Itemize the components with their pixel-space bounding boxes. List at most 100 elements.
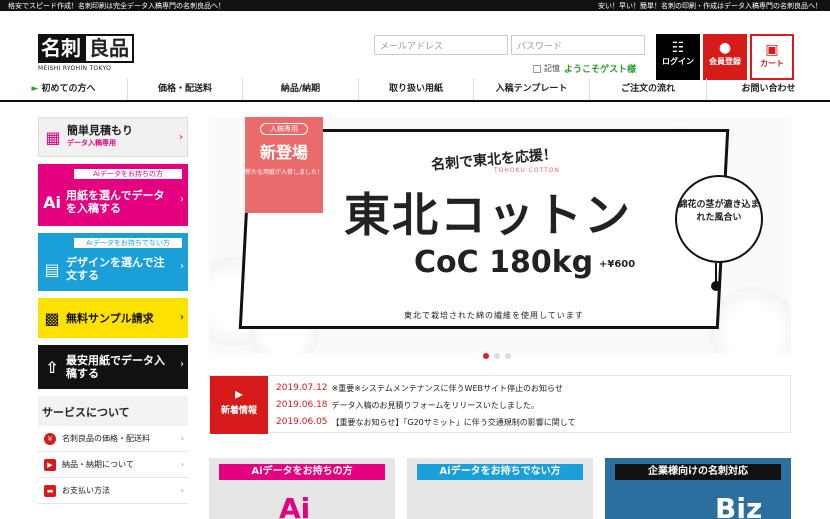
megaphone-icon: ▸ <box>234 384 244 403</box>
card-big-text: Biz <box>715 492 763 519</box>
chevron-right-icon: › <box>180 194 184 205</box>
top-announcement-bar: 格安でスピード作成！名刺印刷は完全データ入稿専門の名刺良品へ！ 安い！早い！簡単… <box>0 0 830 11</box>
pin-dot <box>711 281 721 291</box>
cotton-decoration <box>709 287 791 353</box>
site-logo[interactable]: 名刺 良品 MEISHI RYOHIN TOKYO <box>38 34 134 72</box>
card-ai-have[interactable]: Aiデータをお持ちの方 Ai <box>209 458 395 519</box>
guest-greeting: ようこそゲスト様 <box>564 65 637 75</box>
chevron-right-icon: › <box>180 460 184 469</box>
chevron-right-icon: › <box>180 312 184 323</box>
remember-checkbox[interactable]: 記憶 <box>533 63 560 74</box>
login-label: ログイン <box>662 57 694 66</box>
chevron-right-icon: › <box>179 132 183 143</box>
carousel-dot[interactable] <box>505 353 511 359</box>
truck-icon: ▶ <box>44 458 56 471</box>
nav-paper[interactable]: 取り扱い用紙 <box>358 78 473 100</box>
nav-contact[interactable]: お問い合わせ <box>706 78 830 100</box>
card-label: Aiデータをお持ちでない方 <box>417 464 583 480</box>
estimate-button[interactable]: ▦ 簡単見積もりデータ入稿専用 › <box>38 117 188 157</box>
upload-icon: ⇧ <box>45 357 59 377</box>
card-icon: ▬ <box>44 484 56 497</box>
sample-text: 無料サンプル請求 <box>66 311 154 325</box>
ai-have-text: 用紙を選んでデータを入稿する <box>66 189 165 215</box>
cheapest-text: 最安用紙でデータ入稿する <box>66 354 165 380</box>
service-item-payment[interactable]: ▬ お支払い方法 › <box>38 478 188 504</box>
services-heading: サービスについて <box>38 396 188 426</box>
ai-file-icon: Ai <box>43 192 61 212</box>
nav-delivery[interactable]: 納品/納期 <box>242 78 358 100</box>
logo-part2: 良品 <box>84 34 134 63</box>
topbar-right-text: 安い！早い！簡単！名刺の印刷・作成はデータ入稿専門の名刺良品へ！ <box>598 1 822 10</box>
chevron-right-icon: › <box>180 359 184 370</box>
feature-cards: Aiデータをお持ちの方 Ai Aiデータをお持ちでない方 企業様向けの名刺対応 … <box>209 458 791 519</box>
leaf-icon: ► <box>31 84 42 94</box>
nav-order-flow[interactable]: ご注文の流れ <box>589 78 706 100</box>
ai-none-text: デザインを選んで注文する <box>66 256 165 282</box>
news-item[interactable]: 2019.06.05 【重要なお知らせ】「G20サミット」に伴う交通規制の影響に… <box>276 417 576 428</box>
card-ai-none[interactable]: Aiデータをお持ちでない方 <box>407 458 593 519</box>
login-button[interactable]: ☷ ログイン <box>656 34 700 80</box>
nav-price[interactable]: 価格・配送料 <box>127 78 242 100</box>
ribbon-sub: 新たな用紙が入荷しました！ <box>245 169 324 176</box>
news-item[interactable]: 2019.06.18 データ入稿のお見積りフォームをリリースいたしました。 <box>276 400 539 411</box>
news-title: 新着情報 <box>220 406 257 416</box>
sample-icon: ▩ <box>44 308 60 328</box>
user-icon: ● <box>718 40 732 56</box>
chevron-right-icon: › <box>180 486 184 495</box>
banner-small-text: TOHOKU COTTON <box>494 167 561 174</box>
card-label: 企業様向けの名刺対応 <box>615 464 781 480</box>
checkbox-icon[interactable] <box>533 64 541 73</box>
email-field[interactable]: メールアドレス <box>374 35 508 55</box>
nav-template[interactable]: 入稿テンプレート <box>473 78 589 100</box>
member-label: 会員登録 <box>709 57 741 66</box>
logo-part1: 名刺 <box>38 34 84 63</box>
topbar-left-text: 格安でスピード作成！名刺印刷は完全データ入稿専門の名刺良品へ！ <box>8 1 225 10</box>
estimate-sub: データ入稿専用 <box>67 139 116 147</box>
banner-price: +¥600 <box>599 259 636 270</box>
remember-label: 記憶 <box>544 64 560 73</box>
banner-description: 東北で栽培された綿の繊維を使用しています <box>404 311 584 320</box>
cart-icon: ▣ <box>765 42 779 58</box>
service-item-price[interactable]: ¥ 名刺良品の価格・配送料 › <box>38 426 188 452</box>
service-item-delivery[interactable]: ▶ 納品・納期について › <box>38 452 188 478</box>
carousel-dot[interactable] <box>494 353 500 359</box>
yen-icon: ¥ <box>44 432 56 445</box>
chevron-right-icon: › <box>180 434 184 443</box>
free-sample-button[interactable]: ▩ 無料サンプル請求 › <box>38 298 188 338</box>
ai-have-tag: Aiデータをお持ちの方 <box>74 169 182 179</box>
site-header: 名刺 良品 MEISHI RYOHIN TOKYO メールアドレス パスワード … <box>0 11 830 80</box>
hero-banner[interactable]: 入稿専用 新登場 新たな用紙が入荷しました！ 名刺で東北を応援！ TOHOKU … <box>209 117 791 353</box>
card-label: Aiデータをお持ちの方 <box>219 464 385 480</box>
banner-feature-circle: 綿花の茎が漉き込まれた風合い <box>675 175 763 263</box>
sidebar: ▦ 簡単見積もりデータ入稿専用 › Aiデータをお持ちの方 Ai 用紙を選んでデ… <box>38 117 188 504</box>
password-field[interactable]: パスワード <box>511 35 645 55</box>
carousel-dots <box>483 353 511 359</box>
lock-icon: ☷ <box>671 40 685 56</box>
news-item[interactable]: 2019.07.12 ※重要※システムメンテナンスに伴うWEBサイト停止のお知ら… <box>276 383 563 394</box>
ai-upload-button[interactable]: Aiデータをお持ちの方 Ai 用紙を選んでデータを入稿する › <box>38 164 188 226</box>
cart-button[interactable]: ▣ カート <box>750 34 794 80</box>
banner-title: 東北コットン <box>344 188 632 242</box>
main-nav: ► 初めての方へ 価格・配送料 納品/納期 取り扱い用紙 入稿テンプレート ご注… <box>0 78 830 102</box>
ribbon-title: 新登場 <box>259 143 308 162</box>
nav-beginner[interactable]: ► 初めての方へ <box>0 78 127 100</box>
member-register-button[interactable]: ● 会員登録 <box>703 34 747 80</box>
ai-none-tag: Aiデータをお持ちでない方 <box>74 238 182 248</box>
design-order-button[interactable]: Aiデータをお持ちでない方 ▤ デザインを選んで注文する › <box>38 233 188 291</box>
calculator-icon: ▦ <box>45 127 61 147</box>
card-business[interactable]: 企業様向けの名刺対応 Biz <box>605 458 791 519</box>
carousel-dot-active[interactable] <box>483 353 489 359</box>
new-ribbon: 入稿専用 新登場 新たな用紙が入荷しました！ <box>245 117 323 213</box>
pin-line <box>715 263 717 283</box>
card-big-text: Ai <box>279 492 311 519</box>
cheapest-upload-button[interactable]: ⇧ 最安用紙でデータ入稿する › <box>38 345 188 389</box>
chevron-right-icon: › <box>180 261 184 272</box>
ribbon-tag: 入稿専用 <box>260 123 308 135</box>
cart-label: カート <box>760 59 784 68</box>
news-section: ▸ 新着情報 2019.07.12 ※重要※システムメンテナンスに伴うWEBサイ… <box>209 375 791 434</box>
estimate-title: 簡単見積もり <box>67 124 133 137</box>
id-card-icon: ▤ <box>44 259 60 279</box>
news-header: ▸ 新着情報 <box>210 376 268 434</box>
logo-subtitle: MEISHI RYOHIN TOKYO <box>38 65 112 72</box>
banner-spec: CoC 180kg <box>414 245 594 280</box>
